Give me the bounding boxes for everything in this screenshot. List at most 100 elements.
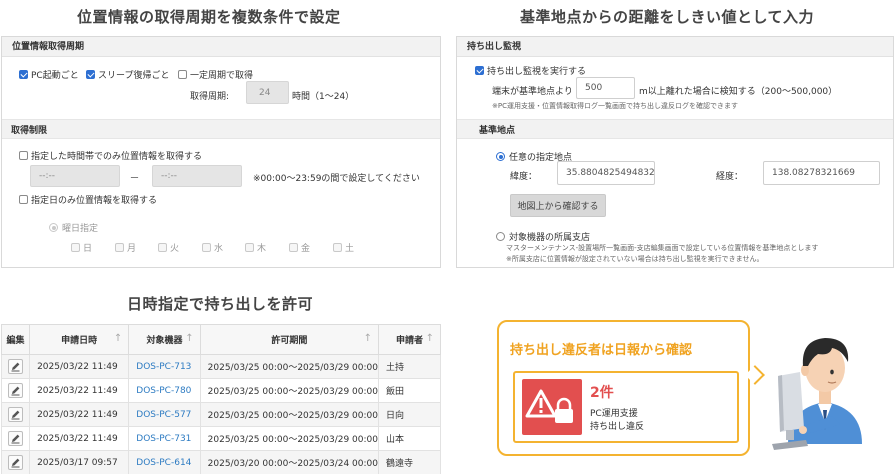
checkbox-unchecked-icon (178, 70, 187, 79)
checkbox-pc-start[interactable]: PC起動ごと (19, 68, 79, 81)
checkbox-sleep-label: スリープ復帰ごと (98, 71, 170, 81)
checkbox-unchecked-icon (115, 243, 124, 252)
warning-lock-icon (525, 389, 573, 423)
time-to-input[interactable]: --:-- (152, 165, 242, 187)
day-label: 水 (214, 244, 224, 254)
period-cell: 2025/03/25 00:00～2025/03/29 00:00 (199, 402, 380, 427)
latitude-input[interactable]: 35.8804825494832 (557, 161, 655, 185)
latitude-label: 緯度： (510, 172, 538, 182)
checkbox-unchecked-icon (202, 243, 211, 252)
edit-icon[interactable] (8, 359, 24, 374)
period-cell: 2025/03/25 00:00～2025/03/29 00:00 (199, 354, 380, 379)
carryout-panel-header: 持ち出し監視 (457, 37, 893, 57)
checkbox-unchecked-icon (71, 243, 80, 252)
day-checkbox-thu[interactable]: 木 (245, 241, 266, 254)
radio-weekday[interactable]: 曜日指定 (49, 221, 98, 234)
column-header-device[interactable]: 対象機器 ↑ (128, 324, 201, 355)
checkbox-carryout-enable[interactable]: 持ち出し監視を実行する (475, 64, 586, 77)
period-unit: 時間（1〜24） (292, 92, 355, 102)
day-checkbox-wed[interactable]: 水 (202, 241, 223, 254)
device-link[interactable]: DOS-PC-731 (128, 426, 201, 451)
applied-at-cell: 2025/03/22 11:49 (29, 378, 130, 403)
radio-selected-icon (49, 223, 58, 232)
checkbox-unchecked-icon (245, 243, 254, 252)
distance-note: ※PC運用支援・位置情報取得ログ一覧画面で持ち出し違反ログを確認できます (492, 102, 738, 110)
checkbox-day-only[interactable]: 指定日のみ位置情報を取得する (19, 193, 157, 206)
applicant-cell: 飯田 (378, 378, 441, 403)
table-row: 2025/03/22 11:49 DOS-PC-713 2025/03/25 0… (0, 354, 441, 379)
day-checkbox-fri[interactable]: 金 (289, 241, 310, 254)
device-link[interactable]: DOS-PC-577 (128, 402, 201, 427)
period-cell: 2025/03/20 00:00～2025/03/24 00:00 (199, 450, 380, 474)
violation-line-2: 持ち出し違反 (590, 422, 645, 432)
day-checkbox-tue[interactable]: 火 (158, 241, 179, 254)
callout-title: 持ち出し違反者は日報から確認 (510, 343, 693, 358)
radio-branch[interactable]: 対象機器の所属支店 (496, 230, 590, 243)
section-title-distance: 基準地点からの距離をしきい値として入力 (520, 8, 815, 26)
table-row: 2025/03/22 11:49 DOS-PC-577 2025/03/25 0… (0, 402, 441, 427)
branch-note-2: ※所属支店に位置情報が設定されていない場合は持ち出し監視を実行できません。 (506, 255, 764, 263)
checkbox-fixed-period-label: 一定周期で取得 (190, 71, 254, 81)
section-title-acquisition: 位置情報の取得周期を複数条件で設定 (77, 8, 341, 26)
time-note: ※00:00～23:59の間で設定してください (253, 174, 420, 184)
sort-arrow-icon[interactable]: ↑ (114, 333, 122, 344)
checkbox-checked-icon (475, 66, 484, 75)
column-header-applied-at[interactable]: 申請日時 ↑ (29, 324, 130, 355)
day-label: 土 (345, 244, 355, 254)
time-from-input[interactable]: --:-- (30, 165, 120, 187)
table-header-row: 編集 申請日時 ↑ 対象機器 ↑ 許可期間 ↑ 申請者 ↑ (0, 324, 441, 355)
applicant-cell: 山本 (378, 426, 441, 451)
base-subheader-band (457, 119, 893, 139)
column-header-period[interactable]: 許可期間 ↑ (199, 324, 380, 355)
day-label: 木 (257, 244, 267, 254)
radio-selected-icon (496, 152, 505, 161)
device-link[interactable]: DOS-PC-614 (128, 450, 201, 474)
edit-cell (0, 402, 31, 427)
device-link[interactable]: DOS-PC-713 (128, 354, 201, 379)
edit-icon[interactable] (8, 383, 24, 398)
applied-at-cell: 2025/03/22 11:49 (29, 354, 130, 379)
distance-suffix: m以上離れた場合に検知する（200～500,000） (639, 87, 838, 97)
applied-at-cell: 2025/03/22 11:49 (29, 426, 130, 451)
edit-icon[interactable] (8, 407, 24, 422)
day-checkbox-sun[interactable]: 日 (71, 241, 92, 254)
longitude-label: 経度： (716, 172, 744, 182)
edit-icon[interactable] (8, 455, 24, 470)
period-cell: 2025/03/25 00:00～2025/03/29 00:00 (199, 426, 380, 451)
alert-icon-tile (522, 379, 582, 435)
table-row: 2025/03/22 11:49 DOS-PC-780 2025/03/25 0… (0, 378, 441, 403)
sort-arrow-icon[interactable]: ↑ (426, 333, 434, 344)
edit-cell (0, 354, 31, 379)
checkbox-time-only[interactable]: 指定した時間帯でのみ位置情報を取得する (19, 149, 202, 162)
day-checkbox-sat[interactable]: 土 (333, 241, 354, 254)
violation-line-1: PC運用支援 (590, 409, 638, 419)
column-header-applicant[interactable]: 申請者 ↑ (378, 324, 441, 355)
checkbox-fixed-period[interactable]: 一定周期で取得 (178, 68, 253, 81)
period-input[interactable]: 24 (246, 81, 289, 104)
checkbox-day-only-label: 指定日のみ位置情報を取得する (31, 196, 158, 206)
day-checkbox-mon[interactable]: 月 (115, 241, 136, 254)
distance-input[interactable]: 500 (576, 77, 635, 99)
sort-arrow-icon[interactable]: ↑ (185, 333, 193, 344)
day-label: 火 (170, 244, 180, 254)
longitude-input[interactable]: 138.08278321669 (763, 161, 880, 185)
checkbox-checked-icon (19, 70, 28, 79)
sort-arrow-icon[interactable]: ↑ (364, 333, 372, 344)
day-label: 月 (127, 244, 137, 254)
checkbox-time-only-label: 指定した時間帯でのみ位置情報を取得する (31, 152, 203, 162)
checkbox-unchecked-icon (19, 195, 28, 204)
device-link[interactable]: DOS-PC-780 (128, 378, 201, 403)
checkbox-carryout-enable-label: 持ち出し監視を実行する (487, 67, 587, 77)
violation-count: 2件 (590, 385, 614, 401)
checkbox-unchecked-icon (19, 151, 28, 160)
edit-cell (0, 378, 31, 403)
checkbox-checked-icon (86, 70, 95, 79)
base-subheader: 基準地点 (479, 126, 516, 136)
map-confirm-button[interactable]: 地図上から確認する (510, 194, 606, 217)
edit-icon[interactable] (8, 431, 24, 446)
edit-cell (0, 426, 31, 451)
checkbox-pc-start-label: PC起動ごと (31, 71, 79, 81)
acquisition-panel-header: 位置情報取得周期 (2, 37, 440, 57)
applicant-cell: 土持 (378, 354, 441, 379)
checkbox-sleep[interactable]: スリープ復帰ごと (86, 68, 169, 81)
